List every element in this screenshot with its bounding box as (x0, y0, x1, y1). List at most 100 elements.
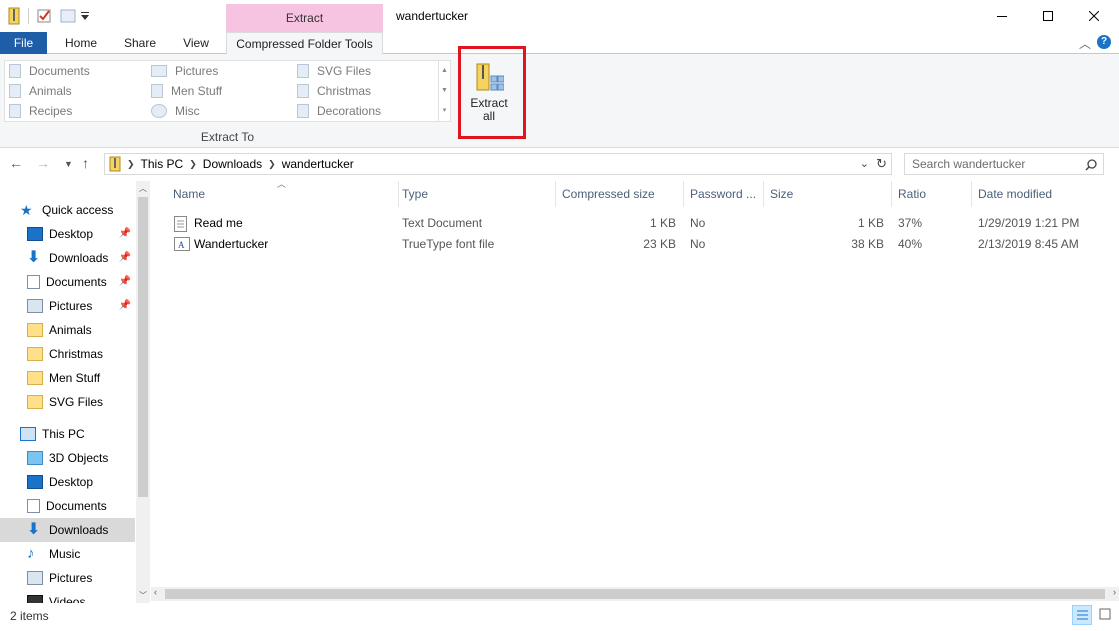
breadcrumb-this-pc[interactable]: This PC (141, 157, 184, 171)
details-view-button[interactable] (1072, 605, 1092, 625)
pin-icon[interactable]: 📌 (119, 252, 131, 263)
breadcrumb-wandertucker[interactable]: wandertucker (282, 157, 354, 171)
chevron-right-icon[interactable]: ❯ (127, 159, 135, 170)
column-header-date-modified[interactable]: Date modified (972, 181, 1102, 207)
computer-icon (20, 427, 36, 441)
gallery-item[interactable]: Documents (9, 61, 90, 81)
download-arrow-icon: ⬇ (27, 521, 41, 538)
tab-home[interactable]: Home (53, 32, 109, 54)
refresh-icon[interactable]: ↻ (876, 156, 887, 172)
chevron-up-icon[interactable]: ▲ (439, 61, 450, 81)
nav-pictures[interactable]: Pictures 📌 (0, 294, 135, 318)
window-title: wandertucker (396, 9, 469, 23)
recent-locations-icon[interactable]: ▼ (64, 159, 73, 169)
table-row[interactable]: A Wandertucker TrueType font file 23 KB … (160, 234, 1119, 255)
folder-icon (9, 104, 21, 118)
gallery-item[interactable]: Pictures (151, 61, 218, 81)
item-count: 2 items (10, 609, 49, 623)
nav-quick-access[interactable]: ★ Quick access (0, 198, 135, 222)
chevron-down-icon[interactable]: ⌄ (860, 157, 869, 170)
search-icon[interactable] (1085, 157, 1097, 177)
column-header-ratio[interactable]: Ratio (892, 181, 972, 207)
nav-desktop[interactable]: Desktop 📌 (0, 222, 135, 246)
nav-men-stuff[interactable]: Men Stuff (0, 366, 135, 390)
nav-documents[interactable]: Documents 📌 (0, 270, 135, 294)
close-button[interactable] (1071, 0, 1117, 32)
nav-3d-objects[interactable]: 3D Objects (0, 446, 135, 470)
chevron-left-icon[interactable]: ‹ (154, 587, 157, 597)
nav-scrollbar[interactable]: ︿ ﹀ (136, 181, 150, 603)
nav-scrollbar-thumb[interactable] (138, 197, 148, 497)
collapse-ribbon-icon[interactable]: ︿ (1079, 35, 1091, 52)
documents-icon (27, 275, 40, 289)
gallery-item[interactable]: Recipes (9, 101, 72, 121)
gallery-more-icon[interactable]: ▾ (439, 101, 450, 121)
breadcrumb-downloads[interactable]: Downloads (203, 157, 262, 171)
gallery-item[interactable]: Men Stuff (151, 81, 222, 101)
column-header-password[interactable]: Password ... (684, 181, 764, 207)
tab-view[interactable]: View (171, 32, 221, 54)
tab-share[interactable]: Share (113, 32, 167, 54)
properties-icon[interactable] (36, 6, 52, 26)
chevron-right-icon[interactable]: ❯ (268, 159, 276, 170)
large-icons-view-button[interactable] (1096, 605, 1116, 625)
nav-animals[interactable]: Animals (0, 318, 135, 342)
folder-icon (297, 84, 309, 98)
gallery-scrollbar[interactable]: ▲ ▼ ▾ (438, 61, 450, 121)
customize-qat-icon[interactable] (81, 6, 89, 26)
tab-compressed-folder-tools[interactable]: Compressed Folder Tools (226, 32, 383, 55)
gallery-item[interactable]: Christmas (297, 81, 371, 101)
file-size: 1 KB (857, 216, 884, 230)
search-input[interactable]: Search wandertucker (904, 153, 1104, 175)
file-size: 38 KB (851, 237, 884, 251)
column-header-name[interactable]: Name (167, 181, 399, 207)
folder-icon (297, 64, 309, 78)
music-note-icon: ♪ (27, 545, 35, 562)
context-tab-extract: Extract (226, 4, 383, 32)
status-bar: 2 items (0, 603, 1119, 631)
minimize-button[interactable] (979, 0, 1025, 32)
gallery-item[interactable]: Decorations (297, 101, 381, 121)
chevron-right-icon[interactable]: › (1113, 587, 1116, 597)
chevron-right-icon[interactable]: ❯ (189, 159, 197, 170)
nav-pc-desktop[interactable]: Desktop (0, 470, 135, 494)
chevron-down-icon[interactable]: ▼ (439, 81, 450, 101)
nav-videos[interactable]: Videos (0, 590, 135, 603)
nav-this-pc[interactable]: This PC (0, 422, 135, 446)
star-icon: ★ (20, 202, 33, 218)
document-folder-icon (9, 64, 21, 78)
nav-pc-pictures[interactable]: Pictures (0, 566, 135, 590)
gallery-item[interactable]: SVG Files (297, 61, 371, 81)
column-header-type[interactable]: Type (396, 181, 556, 207)
tab-file[interactable]: File (0, 32, 47, 54)
horizontal-scrollbar[interactable]: ‹ › (151, 587, 1119, 601)
nav-svg-files[interactable]: SVG Files (0, 390, 135, 414)
nav-pc-documents[interactable]: Documents (0, 494, 135, 518)
nav-downloads[interactable]: ⬇ Downloads 📌 (0, 246, 135, 270)
help-icon[interactable]: ? (1097, 35, 1111, 49)
gallery-item[interactable]: Animals (9, 81, 72, 101)
video-icon (27, 595, 43, 603)
column-header-compressed-size[interactable]: Compressed size (556, 181, 684, 207)
file-ratio: 37% (898, 216, 923, 230)
nav-pc-downloads[interactable]: ⬇ Downloads (0, 518, 135, 542)
back-arrow-icon[interactable]: ← (9, 155, 23, 171)
up-arrow-icon[interactable]: ↑ (82, 155, 89, 171)
nav-music[interactable]: ♪ Music (0, 542, 135, 566)
pin-icon[interactable]: 📌 (119, 228, 131, 239)
chevron-up-icon[interactable]: ︿ (139, 183, 147, 194)
chevron-down-icon[interactable]: ﹀ (139, 590, 147, 601)
new-folder-icon[interactable] (60, 6, 76, 26)
forward-arrow-icon[interactable]: → (36, 155, 50, 171)
nav-christmas[interactable]: Christmas (0, 342, 135, 366)
pin-icon[interactable]: 📌 (119, 300, 131, 311)
folder-icon (151, 84, 163, 98)
horizontal-scrollbar-thumb[interactable] (165, 589, 1105, 599)
maximize-button[interactable] (1025, 0, 1071, 32)
address-bar[interactable]: ❯ This PC ❯ Downloads ❯ wandertucker ⌄ ↻ (104, 153, 892, 175)
folder-icon (9, 84, 21, 98)
column-header-size[interactable]: Size (764, 181, 892, 207)
gallery-item[interactable]: Misc (151, 101, 200, 121)
pin-icon[interactable]: 📌 (119, 276, 131, 287)
table-row[interactable]: Read me Text Document 1 KB No 1 KB 37% 1… (160, 213, 1119, 234)
